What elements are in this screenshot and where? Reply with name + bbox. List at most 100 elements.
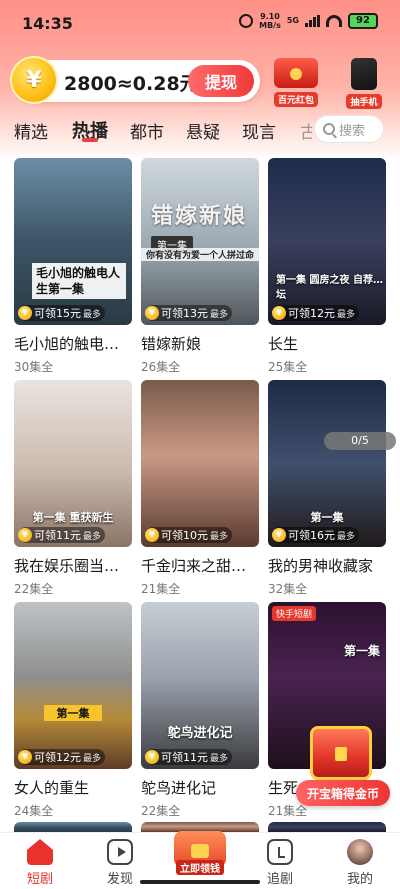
carousel-page-indicator: 0/5 — [324, 432, 396, 450]
drama-poster[interactable]: 错嫁新娘 第一集 你有没有为爱一个人拼过命 ¥ 可领13元 最多 — [141, 158, 259, 325]
drama-poster[interactable]: 第一集 重获新生 ¥ 可领11元 最多 — [14, 380, 132, 547]
clock: 14:35 — [22, 14, 73, 33]
reward-badge: ¥ 可领16元 最多 — [272, 527, 360, 543]
coin-icon: ¥ — [145, 306, 159, 320]
avatar-icon — [347, 839, 373, 865]
episode-count: 25集全 — [268, 360, 308, 374]
network-type: 5G — [286, 16, 299, 25]
nav-me[interactable]: 我的 — [330, 839, 390, 887]
tab-ancient[interactable]: 古 — [300, 118, 312, 143]
nav-shorts[interactable]: 短剧 — [10, 839, 70, 887]
promo-label: 百元红包 — [273, 92, 318, 107]
promo-red-envelope[interactable]: 百元红包 — [270, 58, 322, 107]
poster-caption: 第一集 — [44, 705, 102, 721]
drama-title: 我的男神收藏家 — [268, 557, 374, 575]
drama-poster[interactable]: 第一集 ¥ 可领12元 最多 — [14, 602, 132, 769]
poster-caption: 第一集 圆房之夜 自荐…坛 — [276, 275, 383, 301]
promo-phone-lottery[interactable]: 抽手机 — [338, 58, 390, 109]
coin-icon: ¥ — [18, 306, 32, 320]
episode-count: 22集全 — [14, 582, 54, 596]
coin-icon: ¥ — [145, 528, 159, 542]
drama-title: 我在娱乐圈当… — [14, 557, 120, 575]
poster-caption: 第一集 — [310, 511, 344, 524]
claim-money-label: 立即领钱 — [176, 860, 224, 875]
drama-card[interactable]: 第一集 重获新生 ¥ 可领11元 最多 我在娱乐圈当… 22集全 — [14, 380, 132, 597]
episode-count: 21集全 — [141, 582, 181, 596]
drama-title: 错嫁新娘 — [141, 335, 202, 353]
platform-tag: 快手短剧 — [272, 606, 317, 621]
coin-icon: ¥ — [272, 306, 286, 320]
drama-card-peek — [14, 822, 132, 832]
coin-balance-text: 2800≈0.28元 — [64, 73, 199, 95]
reward-badge: ¥ 可领13元 最多 — [145, 305, 233, 321]
bookmark-icon — [267, 839, 293, 865]
drama-poster[interactable]: 第一集 圆房之夜 自荐…坛 ¥ 可领12元 最多 — [268, 158, 386, 325]
episode-count: 30集全 — [14, 360, 54, 374]
nav-label: 我的 — [346, 872, 373, 887]
coin-icon: ¥ — [18, 750, 32, 764]
drama-card[interactable]: 错嫁新娘 第一集 你有没有为爱一个人拼过命 ¥ 可领13元 最多 错嫁新娘 26… — [141, 158, 259, 375]
coin-icon: ¥ — [10, 56, 58, 104]
poster-caption: 你有没有为爱一个人拼过命 — [141, 248, 259, 261]
status-bar: 14:35 9.10 MB/s 5G 92 — [0, 0, 400, 46]
coin-icon: ¥ — [145, 750, 159, 764]
drama-card[interactable]: 毛小旭的触电人生第一集 ¥ 可领15元 最多 毛小旭的触电… 30集全 — [14, 158, 132, 375]
drama-card[interactable]: 鸵鸟进化记 ¥ 可领11元 最多 鸵鸟进化记 22集全 — [141, 602, 259, 819]
drama-title: 鸵鸟进化记 — [141, 779, 217, 797]
episode-count: 24集全 — [14, 804, 54, 818]
reward-badge: ¥ 可领11元 最多 — [145, 749, 233, 765]
coin-balance-banner[interactable]: ¥ 2800≈0.28元 提现 — [10, 56, 260, 104]
phone-icon — [351, 58, 377, 90]
nav-label: 短剧 — [26, 872, 53, 887]
drama-title: 女人的重生 — [14, 779, 90, 797]
drama-card-peek — [268, 822, 386, 832]
drama-poster[interactable]: 第一集 ¥ 可领16元 最多 — [268, 380, 386, 547]
reward-badge: ¥ 可领12元 最多 — [272, 305, 360, 321]
home-icon — [27, 839, 53, 865]
alarm-icon — [239, 14, 254, 28]
drama-card[interactable]: 第一集 ¥ 可领16元 最多 我的男神收藏家 32集全 — [268, 380, 386, 597]
drama-poster[interactable]: ¥ 可领10元 最多 — [141, 380, 259, 547]
search-icon — [323, 123, 335, 135]
reward-badge: ¥ 可领15元 最多 — [18, 305, 106, 321]
drama-poster[interactable]: 鸵鸟进化记 ¥ 可领11元 最多 — [141, 602, 259, 769]
claim-money-button[interactable]: 立即领钱 — [174, 831, 226, 875]
drama-poster[interactable]: 毛小旭的触电人生第一集 ¥ 可领15元 最多 — [14, 158, 132, 325]
drama-title: 毛小旭的触电… — [14, 335, 120, 353]
tab-urban[interactable]: 都市 — [130, 118, 164, 143]
episode-count: 22集全 — [141, 804, 181, 818]
network-speed: 9.10 MB/s — [259, 12, 281, 30]
drama-card[interactable]: 第一集 圆房之夜 自荐…坛 ¥ 可领12元 最多 长生 25集全 — [268, 158, 386, 375]
poster-title: 错嫁新娘 — [151, 203, 248, 229]
reward-badge: ¥ 可领10元 最多 — [145, 527, 233, 543]
treasure-chest-icon[interactable] — [310, 726, 372, 780]
nav-label: 发现 — [106, 872, 133, 887]
episode-count: 26集全 — [141, 360, 181, 374]
drama-title: 长生 — [268, 335, 299, 353]
poster-caption: 第一集 — [343, 644, 380, 658]
status-icons: 9.10 MB/s 5G 92 — [239, 12, 378, 30]
treasure-chest-button[interactable]: 开宝箱得金币 — [296, 780, 390, 806]
drama-title: 千金归来之甜… — [141, 557, 247, 575]
coin-icon: ¥ — [272, 528, 286, 542]
poster-caption: 第一集 重获新生 — [32, 511, 114, 524]
tab-mystery[interactable]: 悬疑 — [186, 118, 220, 143]
drama-card[interactable]: 第一集 ¥ 可领12元 最多 女人的重生 24集全 — [14, 602, 132, 819]
reward-badge: ¥ 可领12元 最多 — [18, 749, 106, 765]
withdraw-button[interactable]: 提现 — [188, 65, 254, 97]
nav-label: 追剧 — [266, 872, 293, 887]
episode-count: 32集全 — [268, 582, 308, 596]
poster-caption: 毛小旭的触电人生第一集 — [32, 263, 126, 299]
battery-icon: 92 — [348, 13, 378, 29]
red-envelope-icon — [191, 844, 209, 858]
coin-icon: ¥ — [18, 528, 32, 542]
wifi-icon — [326, 15, 342, 27]
promo-label: 抽手机 — [346, 94, 382, 109]
tab-featured[interactable]: 精选 — [14, 118, 48, 143]
active-tab-indicator — [82, 138, 98, 142]
home-indicator — [140, 880, 260, 884]
drama-card[interactable]: ¥ 可领10元 最多 千金归来之甜… 21集全 — [141, 380, 259, 597]
search-input[interactable]: 搜索 — [314, 115, 384, 143]
poster-caption: 鸵鸟进化记 — [167, 726, 233, 741]
tab-modern-romance[interactable]: 现言 — [242, 118, 276, 143]
